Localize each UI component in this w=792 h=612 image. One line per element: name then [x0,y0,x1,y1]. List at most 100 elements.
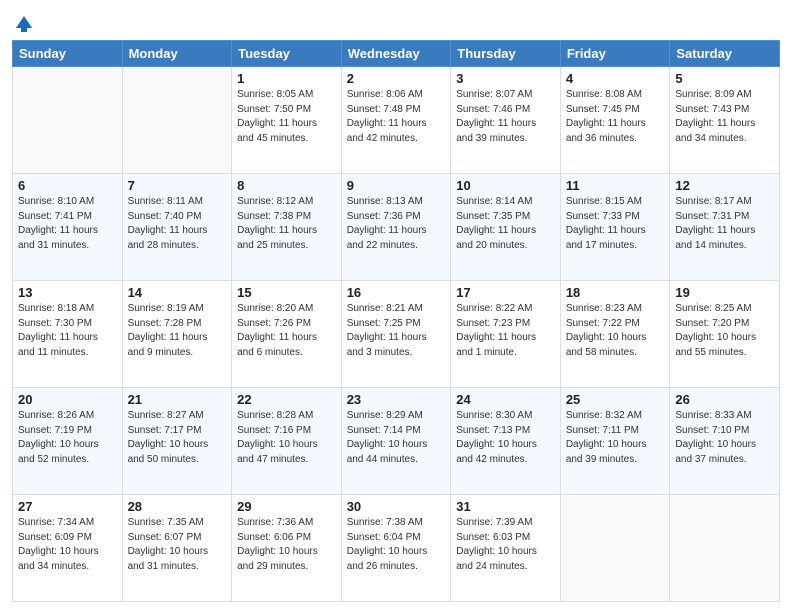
day-info: Sunrise: 8:23 AMSunset: 7:22 PMDaylight:… [566,302,665,360]
calendar-cell: 27Sunrise: 7:34 AMSunset: 6:09 PMDayligh… [13,495,123,602]
day-info: Sunrise: 7:39 AMSunset: 6:03 PMDaylight:… [456,516,555,574]
day-info: Sunrise: 8:28 AMSunset: 7:16 PMDaylight:… [237,409,336,467]
day-number: 15 [237,285,336,300]
day-number: 7 [128,178,227,193]
calendar-cell: 12 Sunrise: 8:17 AMSunset: 7:31 PMDayligh… [670,174,780,281]
day-number: 17 [456,285,555,300]
calendar-cell: 31 Sunrise: 7:39 AMSunset: 6:03 PMDayligh… [451,495,561,602]
calendar-cell: 21 Sunrise: 8:27 AMSunset: 7:17 PMDayligh… [122,388,232,495]
day-number: 2 [347,71,446,86]
calendar-week-row: 6 Sunrise: 8:10 AMSunset: 7:41 PMDaylight… [13,174,780,281]
day-info: Sunrise: 7:34 AMSunset: 6:09 PMDaylight:… [18,516,117,574]
day-info: Sunrise: 8:18 AMSunset: 7:30 PMDaylight:… [18,302,117,360]
calendar-week-row: 13 Sunrise: 8:18 AMSunset: 7:30 PMDayligh… [13,281,780,388]
calendar-cell: 22 Sunrise: 8:28 AMSunset: 7:16 PMDayligh… [232,388,342,495]
calendar-cell: 23 Sunrise: 8:29 AMSunset: 7:14 PMDayligh… [341,388,451,495]
day-number: 6 [18,178,117,193]
calendar-cell: 5 Sunrise: 8:09 AMSunset: 7:43 PMDaylight… [670,67,780,174]
calendar-cell: 29 Sunrise: 7:36 AMSunset: 6:06 PMDayligh… [232,495,342,602]
day-info: Sunrise: 8:15 AMSunset: 7:33 PMDaylight:… [566,195,665,253]
calendar-cell [670,495,780,602]
day-info: Sunrise: 8:21 AMSunset: 7:25 PMDaylight:… [347,302,446,360]
calendar-cell [13,67,123,174]
day-number: 8 [237,178,336,193]
calendar-cell: 19Sunrise: 8:25 AMSunset: 7:20 PMDayligh… [670,281,780,388]
calendar-week-row: 27Sunrise: 7:34 AMSunset: 6:09 PMDayligh… [13,495,780,602]
day-info: Sunrise: 8:10 AMSunset: 7:41 PMDaylight:… [18,195,117,253]
day-info: Sunrise: 8:27 AMSunset: 7:17 PMDaylight:… [128,409,227,467]
day-info: Sunrise: 8:05 AMSunset: 7:50 PMDaylight:… [237,88,336,146]
day-number: 14 [128,285,227,300]
day-info: Sunrise: 8:12 AMSunset: 7:38 PMDaylight:… [237,195,336,253]
day-info: Sunrise: 8:06 AMSunset: 7:48 PMDaylight:… [347,88,446,146]
day-number: 26 [675,392,774,407]
calendar-cell: 9 Sunrise: 8:13 AMSunset: 7:36 PMDaylight… [341,174,451,281]
calendar-cell [560,495,670,602]
calendar-header-row: SundayMondayTuesdayWednesdayThursdayFrid… [13,41,780,67]
day-number: 11 [566,178,665,193]
calendar-cell: 15 Sunrise: 8:20 AMSunset: 7:26 PMDayligh… [232,281,342,388]
calendar-cell: 16Sunrise: 8:21 AMSunset: 7:25 PMDayligh… [341,281,451,388]
day-number: 9 [347,178,446,193]
day-info: Sunrise: 8:19 AMSunset: 7:28 PMDaylight:… [128,302,227,360]
day-info: Sunrise: 8:30 AMSunset: 7:13 PMDaylight:… [456,409,555,467]
logo [12,14,34,34]
calendar-cell: 17 Sunrise: 8:22 AMSunset: 7:23 PMDayligh… [451,281,561,388]
day-number: 22 [237,392,336,407]
header [12,10,780,34]
calendar-cell: 24 Sunrise: 8:30 AMSunset: 7:13 PMDayligh… [451,388,561,495]
calendar-cell [122,67,232,174]
calendar-cell: 2 Sunrise: 8:06 AMSunset: 7:48 PMDaylight… [341,67,451,174]
calendar-cell: 11 Sunrise: 8:15 AMSunset: 7:33 PMDayligh… [560,174,670,281]
day-info: Sunrise: 8:20 AMSunset: 7:26 PMDaylight:… [237,302,336,360]
day-info: Sunrise: 7:35 AMSunset: 6:07 PMDaylight:… [128,516,227,574]
calendar-table: SundayMondayTuesdayWednesdayThursdayFrid… [12,40,780,602]
weekday-header-thursday: Thursday [451,41,561,67]
day-number: 1 [237,71,336,86]
calendar-week-row: 1 Sunrise: 8:05 AMSunset: 7:50 PMDaylight… [13,67,780,174]
day-number: 5 [675,71,774,86]
calendar-cell: 30 Sunrise: 7:38 AMSunset: 6:04 PMDayligh… [341,495,451,602]
day-info: Sunrise: 8:08 AMSunset: 7:45 PMDaylight:… [566,88,665,146]
day-number: 3 [456,71,555,86]
day-number: 30 [347,499,446,514]
day-info: Sunrise: 8:29 AMSunset: 7:14 PMDaylight:… [347,409,446,467]
day-info: Sunrise: 8:33 AMSunset: 7:10 PMDaylight:… [675,409,774,467]
day-info: Sunrise: 8:13 AMSunset: 7:36 PMDaylight:… [347,195,446,253]
day-number: 24 [456,392,555,407]
calendar-week-row: 20Sunrise: 8:26 AMSunset: 7:19 PMDayligh… [13,388,780,495]
weekday-header-friday: Friday [560,41,670,67]
day-info: Sunrise: 7:36 AMSunset: 6:06 PMDaylight:… [237,516,336,574]
calendar-cell: 8 Sunrise: 8:12 AMSunset: 7:38 PMDaylight… [232,174,342,281]
calendar-cell: 20Sunrise: 8:26 AMSunset: 7:19 PMDayligh… [13,388,123,495]
day-number: 29 [237,499,336,514]
day-info: Sunrise: 8:14 AMSunset: 7:35 PMDaylight:… [456,195,555,253]
day-info: Sunrise: 8:11 AMSunset: 7:40 PMDaylight:… [128,195,227,253]
day-info: Sunrise: 7:38 AMSunset: 6:04 PMDaylight:… [347,516,446,574]
weekday-header-monday: Monday [122,41,232,67]
day-number: 25 [566,392,665,407]
calendar-cell: 18 Sunrise: 8:23 AMSunset: 7:22 PMDayligh… [560,281,670,388]
day-info: Sunrise: 8:32 AMSunset: 7:11 PMDaylight:… [566,409,665,467]
day-info: Sunrise: 8:22 AMSunset: 7:23 PMDaylight:… [456,302,555,360]
weekday-header-wednesday: Wednesday [341,41,451,67]
calendar-cell: 25 Sunrise: 8:32 AMSunset: 7:11 PMDayligh… [560,388,670,495]
calendar-cell: 28Sunrise: 7:35 AMSunset: 6:07 PMDayligh… [122,495,232,602]
page: SundayMondayTuesdayWednesdayThursdayFrid… [0,0,792,612]
day-info: Sunrise: 8:09 AMSunset: 7:43 PMDaylight:… [675,88,774,146]
day-number: 10 [456,178,555,193]
day-info: Sunrise: 8:17 AMSunset: 7:31 PMDaylight:… [675,195,774,253]
calendar-cell: 26 Sunrise: 8:33 AMSunset: 7:10 PMDayligh… [670,388,780,495]
day-info: Sunrise: 8:07 AMSunset: 7:46 PMDaylight:… [456,88,555,146]
day-number: 21 [128,392,227,407]
calendar-cell: 14 Sunrise: 8:19 AMSunset: 7:28 PMDayligh… [122,281,232,388]
calendar-cell: 7 Sunrise: 8:11 AMSunset: 7:40 PMDaylight… [122,174,232,281]
day-number: 13 [18,285,117,300]
day-number: 18 [566,285,665,300]
day-number: 20 [18,392,117,407]
calendar-cell: 1 Sunrise: 8:05 AMSunset: 7:50 PMDaylight… [232,67,342,174]
calendar-cell: 10 Sunrise: 8:14 AMSunset: 7:35 PMDayligh… [451,174,561,281]
day-number: 23 [347,392,446,407]
day-number: 31 [456,499,555,514]
day-number: 12 [675,178,774,193]
